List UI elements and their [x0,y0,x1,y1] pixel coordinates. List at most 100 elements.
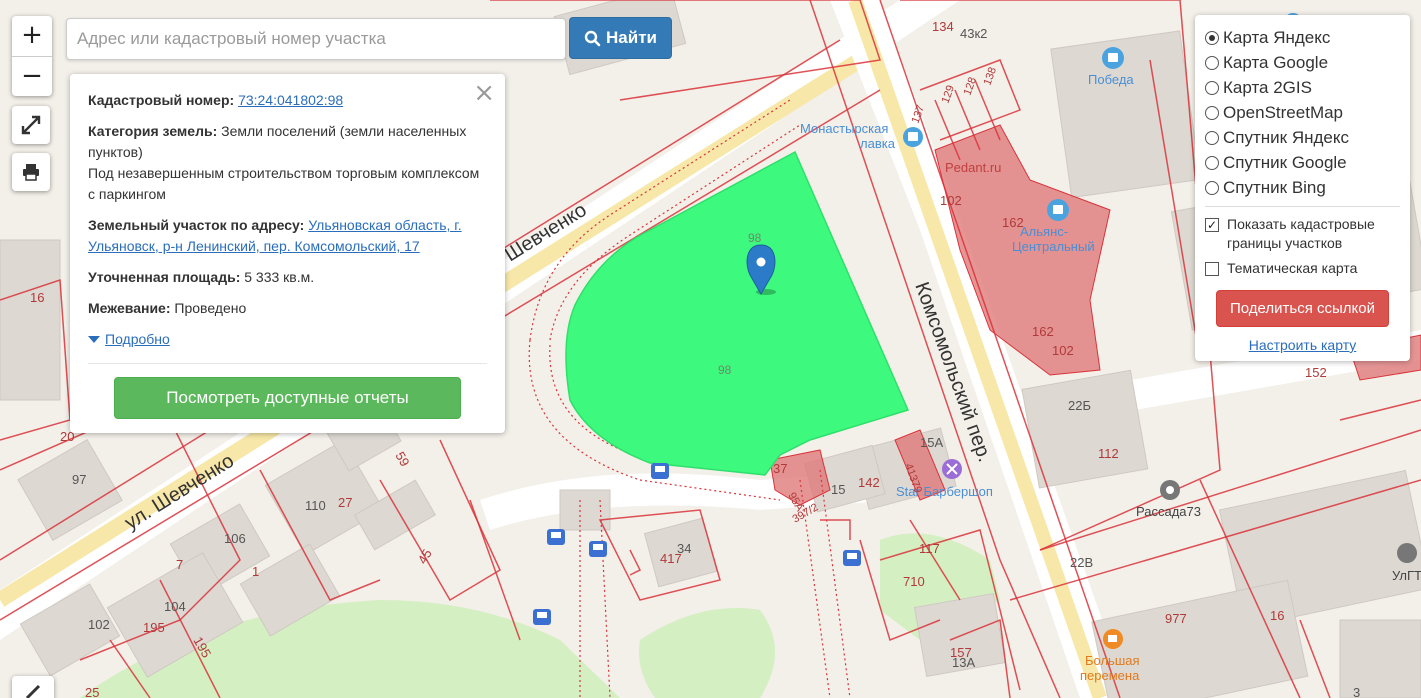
caret-down-icon [88,335,100,343]
house-number: 106 [224,531,246,546]
zoom-out-button[interactable]: − [12,56,52,96]
university-icon[interactable] [1397,543,1417,563]
house-number: 117 [919,541,940,556]
shop-icon[interactable] [903,127,923,147]
radio-button[interactable] [1205,55,1219,70]
radio-button[interactable] [1205,155,1219,170]
shop-icon[interactable] [1047,199,1069,221]
house-number: 162 [1002,215,1024,230]
layer-option-label: Карта Google [1223,52,1329,72]
house-number: 102 [940,193,962,208]
cadastral-number-link[interactable]: 73:24:041802:98 [238,92,343,108]
ruler-icon [25,684,41,698]
share-link-button[interactable]: Поделиться ссылкой [1216,290,1389,327]
poi-label: лавка [860,136,896,151]
cadastral-row: Кадастровый номер: 73:24:041802:98 [88,90,487,111]
divider [88,363,487,364]
category-row: Категория земель: Земли поселений (земли… [88,121,487,205]
poi-label: Большая [1085,653,1140,668]
parcel-label: 98 [718,363,732,377]
layer-option[interactable]: Спутник Google [1205,150,1400,175]
print-button[interactable] [12,153,50,191]
house-number: 13А [952,655,975,670]
address-label: Земельный участок по адресу: [88,217,305,233]
checkbox[interactable] [1205,262,1219,276]
parcel-info-panel: × Кадастровый номер: 73:24:041802:98 Кат… [70,74,505,433]
poi-label: Монастырская [800,121,888,136]
configure-map-link[interactable]: Настроить карту [1205,337,1400,353]
house-number: 417 [660,551,682,566]
layer-option[interactable]: Карта 2GIS [1205,75,1400,100]
more-details-label: Подробно [105,331,170,347]
house-number: 22Б [1068,398,1091,413]
cadastral-label: Кадастровый номер: [88,92,235,108]
house-number: 102 [1052,343,1074,358]
house-number: 16 [30,290,44,305]
cafe-icon[interactable] [1103,629,1123,649]
poi-label: УлГТ [1392,568,1421,583]
house-number: 110 [305,498,326,513]
zoom-in-button[interactable]: + [12,16,52,56]
radio-button[interactable] [1205,130,1219,145]
layer-option[interactable]: Спутник Bing [1205,175,1400,200]
poi-label: Рассада73 [1136,504,1201,519]
area-row: Уточненная площадь: 5 333 кв.м. [88,267,487,288]
view-reports-button[interactable]: Посмотреть доступные отчеты [114,377,461,419]
house-number: 43к2 [960,26,987,41]
barbershop-icon[interactable] [942,459,962,479]
house-number: 710 [903,574,925,589]
radio-button[interactable] [1205,30,1219,45]
expand-icon [21,115,41,135]
printer-icon [23,164,39,181]
house-number: 7 [176,557,183,572]
search-button-label: Найти [606,28,657,47]
close-icon[interactable]: × [473,80,495,106]
cadastral-borders-label: Показать кадастровые границы участков [1227,216,1375,251]
search-input[interactable] [66,18,566,60]
layer-option[interactable]: Карта Яндекс [1205,25,1400,50]
layer-option-label: Спутник Bing [1223,177,1326,197]
bus-stop-icon[interactable] [533,609,551,625]
divider [1205,206,1400,207]
layer-options: Карта Яндекс Карта Google Карта 2GIS OpenSt… [1205,25,1400,200]
house-number: 102 [88,617,110,632]
cadastral-borders-toggle[interactable]: ✓ Показать кадастровые границы участков [1205,215,1400,253]
layer-option-label: Спутник Google [1223,152,1347,172]
garden-shop-icon[interactable] [1160,480,1180,500]
more-details-link[interactable]: Подробно [88,329,487,350]
house-number: 112 [1098,446,1119,461]
checkbox[interactable]: ✓ [1205,218,1219,232]
house-number: 195 [143,620,165,635]
area-label: Уточненная площадь: [88,269,241,285]
house-number: 97 [72,472,86,487]
ruler-tool-button[interactable] [12,676,54,698]
layer-option-label: OpenStreetMap [1223,102,1344,122]
radio-button[interactable] [1205,80,1219,95]
category-label: Категория земель: [88,123,218,139]
bus-stop-icon[interactable] [651,463,669,479]
bus-stop-icon[interactable] [547,529,565,545]
poi-label: Pedant.ru [945,160,1001,175]
thematic-map-toggle[interactable]: Тематическая карта [1205,259,1400,278]
house-number: 22В [1070,555,1093,570]
house-number: 162 [1032,324,1054,339]
house-number: 15А [920,435,943,450]
survey-value: Проведено [174,300,247,316]
layer-option-label: Карта 2GIS [1223,77,1312,97]
layer-option[interactable]: OpenStreetMap [1205,100,1400,125]
bus-stop-icon[interactable] [589,541,607,557]
layer-option[interactable]: Карта Google [1205,50,1400,75]
fullscreen-button[interactable] [12,106,50,144]
layer-option-label: Спутник Яндекс [1223,127,1349,147]
bus-stop-icon[interactable] [843,550,861,566]
radio-button[interactable] [1205,105,1219,120]
poi-label: Центральный [1012,239,1095,254]
radio-button[interactable] [1205,180,1219,195]
search-button[interactable]: Найти [569,17,672,59]
layer-option[interactable]: Спутник Яндекс [1205,125,1400,150]
usage-value: Под незавершенным строительством торговы… [88,165,480,202]
layer-option-label: Карта Яндекс [1223,27,1331,47]
house-number: 1 [252,564,259,579]
shop-icon[interactable] [1102,47,1124,69]
thematic-map-label: Тематическая карта [1227,260,1358,276]
